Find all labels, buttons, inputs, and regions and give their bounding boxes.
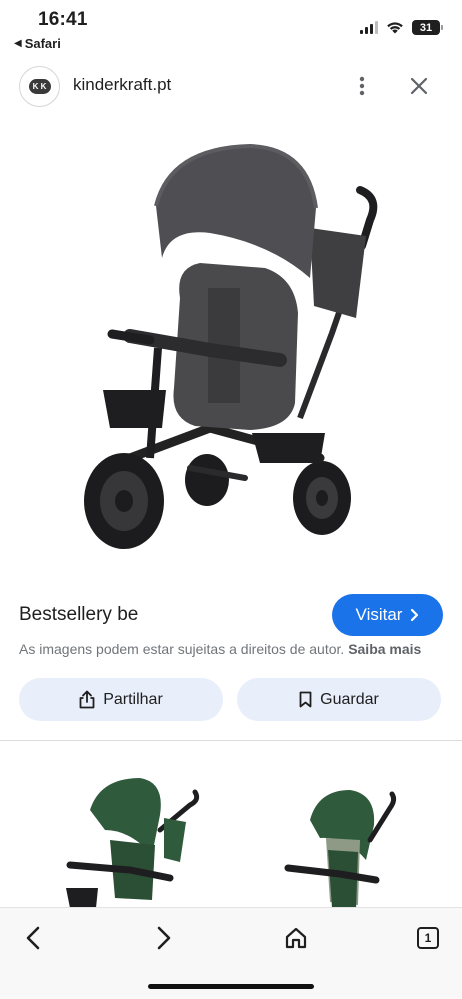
wifi-icon <box>387 22 403 34</box>
image-title: Bestsellery be <box>19 604 139 625</box>
browser-toolbar: 1 <box>0 907 462 999</box>
section-divider <box>0 740 462 741</box>
save-button[interactable]: Guardar <box>237 678 441 721</box>
rear-basket <box>252 433 325 463</box>
site-logo-mark: K K <box>28 79 51 94</box>
system-icons: 31 <box>360 20 443 35</box>
chevron-right-icon <box>411 608 419 622</box>
home-indicator[interactable] <box>148 984 314 989</box>
status-bar: 16:41 ◀ Safari 31 <box>0 0 462 58</box>
chevron-right-icon <box>157 926 171 950</box>
related-image-1[interactable] <box>60 770 210 908</box>
front-wheel <box>84 453 164 549</box>
rear-left-wheel <box>185 454 229 506</box>
more-options-button[interactable] <box>350 72 374 100</box>
home-icon <box>285 927 307 949</box>
save-button-label: Guardar <box>320 690 379 708</box>
image-caption-row: Bestsellery be Visitar <box>0 592 462 638</box>
visit-button-label: Visitar <box>355 605 403 624</box>
learn-more-link[interactable]: Saiba mais <box>348 641 421 657</box>
share-button[interactable]: Partilhar <box>19 678 223 721</box>
product-image[interactable] <box>70 128 410 568</box>
chevron-left-icon <box>26 926 40 950</box>
bookmark-icon <box>299 691 312 708</box>
cellular-signal-icon <box>360 21 378 34</box>
copyright-text: As imagens podem estar sujeitas a direit… <box>19 641 345 657</box>
site-name[interactable]: kinderkraft.pt <box>73 75 171 95</box>
share-button-label: Partilhar <box>103 690 163 708</box>
front-basket <box>103 390 166 428</box>
back-triangle-icon: ◀ <box>14 38 22 49</box>
site-logo[interactable]: K K <box>19 66 60 107</box>
battery-level: 31 <box>419 21 433 34</box>
back-app-label: Safari <box>24 36 61 51</box>
tabs-button[interactable]: 1 <box>408 918 448 958</box>
home-button[interactable] <box>276 918 316 958</box>
back-button[interactable] <box>13 918 53 958</box>
rear-right-wheel <box>293 461 351 535</box>
clock: 16:41 <box>38 9 88 30</box>
forward-button[interactable] <box>144 918 184 958</box>
related-image-2[interactable] <box>280 780 410 908</box>
share-icon <box>79 690 95 709</box>
source-header: K K kinderkraft.pt <box>0 62 462 110</box>
close-icon <box>410 77 428 95</box>
related-images <box>0 762 462 908</box>
close-button[interactable] <box>405 72 433 100</box>
copyright-notice: As imagens podem estar sujeitas a direit… <box>19 641 421 657</box>
parent-bag <box>310 228 366 318</box>
tab-count: 1 <box>417 927 439 949</box>
back-to-app-link[interactable]: ◀ Safari <box>14 36 61 51</box>
battery-icon: 31 <box>412 20 443 35</box>
visit-button[interactable]: Visitar <box>332 594 443 636</box>
vertical-dots-icon <box>359 76 365 96</box>
handlebar <box>107 329 155 345</box>
